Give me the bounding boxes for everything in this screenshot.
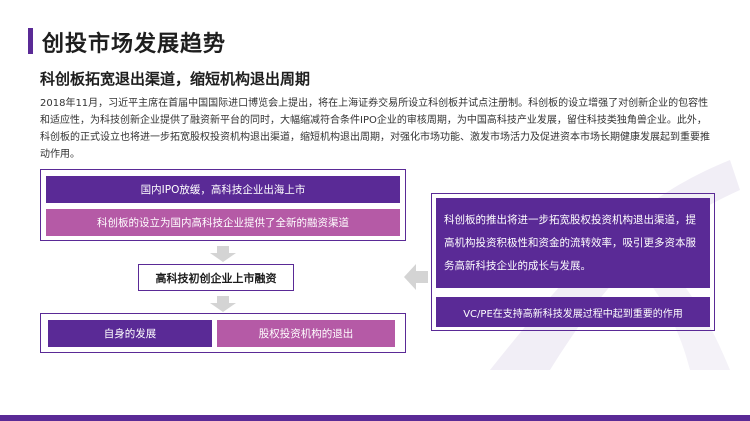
footer-accent-line: [0, 415, 750, 421]
right-box-vc-pe-role-label: VC/PE在支持高新科技发展过程中起到重要的作用: [463, 308, 683, 320]
intro-paragraph: 2018年11月，习近平主席在首届中国国际进口博览会上提出，将在上海证券交易所设…: [40, 98, 710, 160]
right-box-exit-channel-text: 科创板的推出将进一步拓宽股权投资机构退出渠道，提高机构投资积极性和资金的流转效率…: [444, 213, 696, 272]
top-box-ipo-slowdown: 国内IPO放缓，高科技企业出海上市: [46, 176, 400, 203]
right-box-exit-channel: 科创板的推出将进一步拓宽股权投资机构退出渠道，提高机构投资积极性和资金的流转效率…: [436, 198, 710, 288]
title-accent-bar: [28, 28, 33, 54]
right-box-vc-pe-role: VC/PE在支持高新科技发展过程中起到重要的作用: [436, 297, 710, 327]
middle-box-label: 高科技初创企业上市融资: [155, 271, 277, 285]
down-arrow-icon: [210, 296, 236, 312]
bottom-box-institution-exit: 股权投资机构的退出: [217, 320, 395, 347]
section-subtitle: 科创板拓宽退出渠道，缩短机构退出周期: [40, 70, 311, 88]
top-box-new-channel: 科创板的设立为国内高科技企业提供了全新的融资渠道: [46, 209, 400, 236]
bottom-box-self-development-label: 自身的发展: [103, 328, 157, 340]
page-title: 创投市场发展趋势: [42, 32, 227, 57]
bottom-box-self-development: 自身的发展: [48, 320, 212, 347]
middle-box-listing-financing: 高科技初创企业上市融资: [138, 264, 294, 291]
bottom-box-institution-exit-label: 股权投资机构的退出: [258, 328, 354, 340]
down-arrow-icon: [210, 246, 236, 262]
top-box-ipo-slowdown-label: 国内IPO放缓，高科技企业出海上市: [140, 184, 306, 196]
top-box-new-channel-label: 科创板的设立为国内高科技企业提供了全新的融资渠道: [97, 217, 349, 229]
left-arrow-icon: [404, 264, 428, 290]
